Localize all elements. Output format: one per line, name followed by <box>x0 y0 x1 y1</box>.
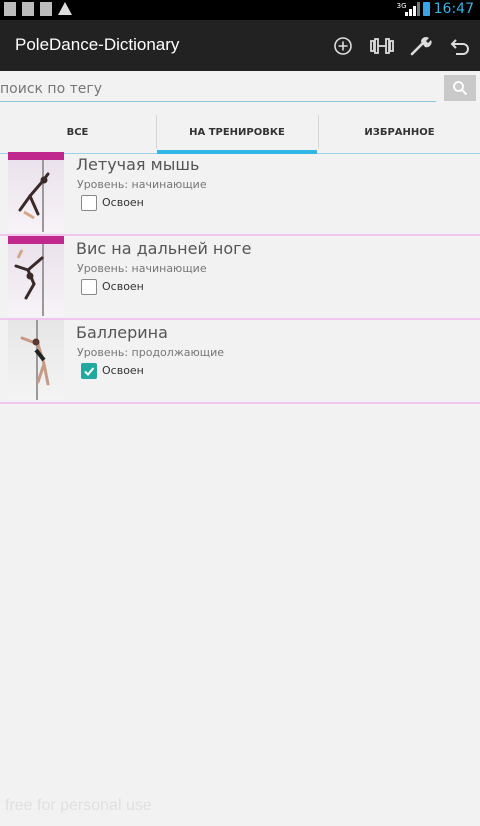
tab-label: НА ТРЕНИРОВКЕ <box>189 126 285 138</box>
notification-icon <box>40 2 52 16</box>
search-bar <box>0 75 480 107</box>
tab-all[interactable]: ВСЕ <box>0 111 155 153</box>
add-icon[interactable] <box>330 33 356 59</box>
tab-favorites[interactable]: ИЗБРАННОЕ <box>319 111 480 153</box>
tab-bar: ВСЕ НА ТРЕНИРОВКЕ ИЗБРАННОЕ <box>0 111 480 154</box>
dumbbell-icon[interactable] <box>369 33 395 59</box>
tab-in-training[interactable]: НА ТРЕНИРОВКЕ <box>157 111 317 154</box>
list-item[interactable]: Баллерина Уровень: продолжающие Освоен <box>0 320 480 404</box>
mastered-label: Освоен <box>102 280 144 293</box>
move-title: Летучая мышь <box>76 155 200 174</box>
wrench-icon[interactable] <box>408 33 434 59</box>
status-bar: 3G 16:47 <box>0 0 480 20</box>
undo-icon[interactable] <box>447 33 473 59</box>
notification-icons <box>4 2 72 16</box>
search-icon <box>453 81 468 96</box>
moves-list: Летучая мышь Уровень: начинающие Освоен … <box>0 152 480 404</box>
network-type: 3G <box>396 2 407 10</box>
mastered-checkbox[interactable] <box>81 279 97 295</box>
mastered-label: Освоен <box>102 196 144 209</box>
clock: 16:47 <box>433 1 474 17</box>
move-title: Вис на дальней ноге <box>76 239 252 258</box>
notification-icon <box>22 2 34 16</box>
move-thumbnail <box>8 320 64 400</box>
warning-icon <box>58 2 72 15</box>
signal-icon: 3G <box>397 2 420 16</box>
checkmark-icon <box>84 367 95 376</box>
mastered-checkbox[interactable] <box>81 195 97 211</box>
list-item[interactable]: Летучая мышь Уровень: начинающие Освоен <box>0 152 480 236</box>
tab-label: ВСЕ <box>66 126 89 138</box>
action-bar: PoleDance-Dictionary <box>0 20 480 71</box>
battery-icon <box>422 2 430 16</box>
search-button[interactable] <box>444 75 476 101</box>
move-thumbnail <box>8 236 64 316</box>
notification-icon <box>4 2 16 16</box>
move-level: Уровень: продолжающие <box>77 346 225 359</box>
app-title: PoleDance-Dictionary <box>15 35 180 54</box>
watermark: free for personal use <box>5 797 152 814</box>
list-item[interactable]: Вис на дальней ноге Уровень: начинающие … <box>0 236 480 320</box>
move-title: Баллерина <box>76 323 168 342</box>
search-input[interactable] <box>0 77 436 102</box>
move-level: Уровень: начинающие <box>77 178 207 191</box>
mastered-checkbox[interactable] <box>81 363 97 379</box>
mastered-label: Освоен <box>102 364 144 377</box>
tab-label: ИЗБРАННОЕ <box>364 126 435 138</box>
move-level: Уровень: начинающие <box>77 262 207 275</box>
move-thumbnail <box>8 152 64 232</box>
